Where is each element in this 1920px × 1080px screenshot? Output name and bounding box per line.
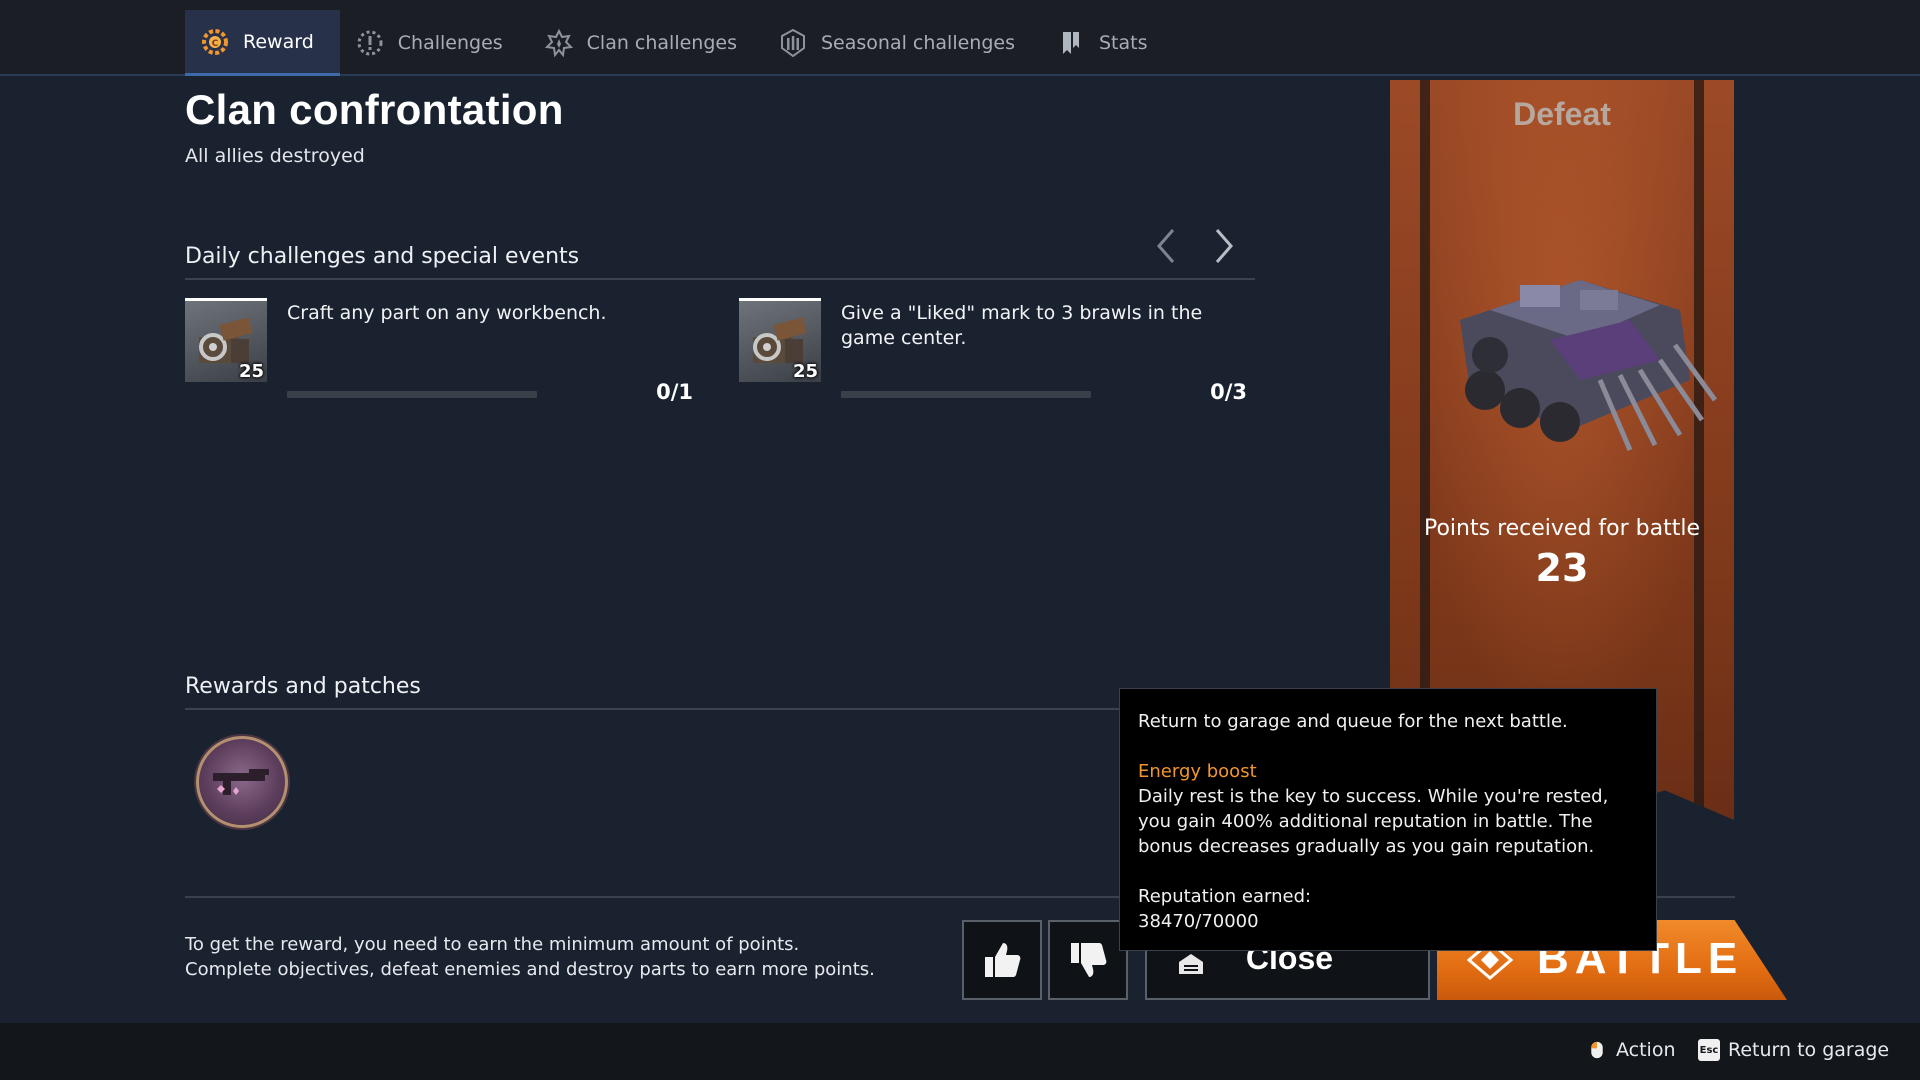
note-line-2: Complete objectives, defeat enemies and … — [185, 959, 875, 980]
tab-label: Clan challenges — [586, 32, 737, 54]
chevron-left-icon — [1157, 229, 1175, 263]
challenge-card: 25 Give a "Liked" mark to 3 brawls in th… — [739, 298, 1259, 408]
thumbs-down-icon — [1071, 943, 1107, 977]
page-title: Clan confrontation — [185, 86, 564, 133]
challenge-progress-text: 0/3 — [1210, 380, 1247, 404]
dislike-button[interactable] — [1048, 920, 1128, 1000]
mouse-icon — [1586, 1039, 1608, 1061]
tab-label: Challenges — [397, 32, 503, 54]
svg-text:C: C — [212, 39, 219, 49]
note-line-1: To get the reward, you need to earn the … — [185, 934, 800, 955]
challenge-description: Craft any part on any workbench. — [287, 302, 607, 324]
vehicle-image — [1460, 280, 1718, 451]
footer-hints: Action Esc Return to garage — [0, 1023, 1920, 1080]
reward-gear-icon: C — [197, 24, 233, 60]
tab-label: Stats — [1099, 32, 1148, 54]
reward-quantity: 25 — [238, 361, 264, 382]
action-hint[interactable]: Action — [1586, 1039, 1676, 1061]
challenge-description: Give a "Liked" mark to 3 brawls in the g… — [841, 302, 1203, 349]
top-navigation: C Reward Challenges Clan challenges Seas… — [0, 0, 1920, 76]
reward-quantity: 25 — [792, 361, 818, 382]
clan-challenges-icon — [541, 25, 577, 61]
challenge-pager — [1150, 226, 1240, 266]
challenge-progress-text: 0/1 — [656, 380, 693, 404]
tab-seasonal-challenges[interactable]: Seasonal challenges — [763, 10, 1041, 76]
esc-key-icon: Esc — [1698, 1039, 1720, 1061]
battle-tooltip: Return to garage and queue for the next … — [1119, 688, 1657, 951]
rewards-heading: Rewards and patches — [185, 674, 1125, 710]
tab-bar: C Reward Challenges Clan challenges Seas… — [185, 10, 1174, 76]
chevron-right-icon — [1215, 229, 1233, 263]
seasonal-challenges-icon — [775, 25, 811, 61]
previous-arrow-button[interactable] — [1150, 226, 1182, 266]
daily-challenges-heading: Daily challenges and special events — [185, 244, 1255, 280]
reward-patch-badge[interactable] — [196, 736, 288, 828]
challenge-progress-bar — [841, 391, 1091, 398]
return-to-garage-hint[interactable]: Esc Return to garage — [1698, 1039, 1889, 1061]
tab-clan-challenges[interactable]: Clan challenges — [529, 10, 763, 76]
stats-bookmark-icon — [1053, 25, 1089, 61]
challenges-icon — [352, 25, 388, 61]
tab-label: Seasonal challenges — [821, 32, 1015, 54]
workbench-reward-icon: 25 — [185, 298, 267, 382]
reputation-value: 38470/70000 — [1138, 911, 1259, 932]
energy-boost-text: Daily rest is the key to success. While … — [1138, 786, 1609, 857]
challenge-progress-bar — [287, 391, 537, 398]
like-button[interactable] — [962, 920, 1042, 1000]
points-value: 23 — [1535, 546, 1589, 590]
thumbs-up-icon — [985, 943, 1021, 977]
reward-requirement-note: To get the reward, you need to earn the … — [185, 932, 945, 982]
tooltip-line: Return to garage and queue for the next … — [1138, 711, 1568, 732]
action-hint-label: Action — [1616, 1039, 1676, 1061]
gun-emblem-icon — [213, 769, 269, 795]
workbench-reward-icon: 25 — [739, 298, 821, 382]
return-hint-label: Return to garage — [1728, 1039, 1890, 1061]
points-label: Points received for battle — [1423, 516, 1701, 541]
tab-stats[interactable]: Stats — [1041, 10, 1174, 76]
page-subtitle: All allies destroyed — [185, 145, 365, 167]
next-arrow-button[interactable] — [1208, 226, 1240, 266]
battle-result-text: Defeat — [1513, 96, 1611, 132]
challenge-card: 25 Craft any part on any workbench. 0/1 — [185, 298, 705, 408]
energy-boost-title: Energy boost — [1138, 761, 1257, 782]
reputation-label: Reputation earned: — [1138, 886, 1312, 907]
tab-reward[interactable]: C Reward — [185, 10, 340, 76]
tab-label: Reward — [243, 30, 314, 53]
tab-challenges[interactable]: Challenges — [340, 10, 529, 76]
